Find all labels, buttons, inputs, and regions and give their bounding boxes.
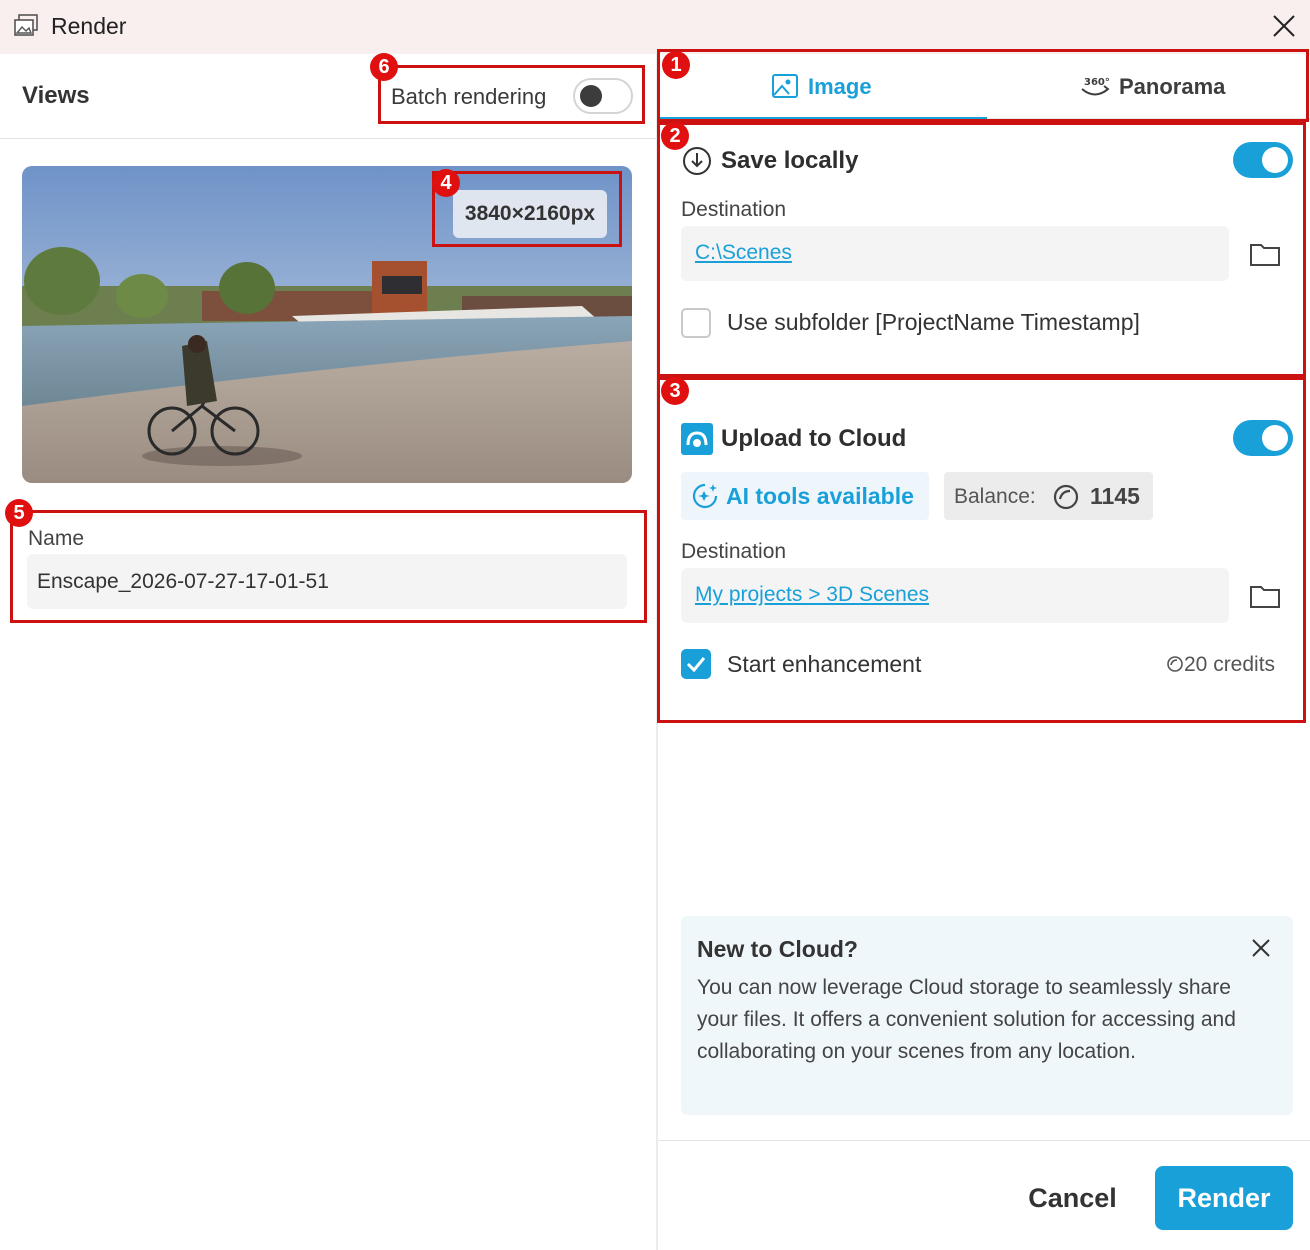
render-button[interactable]: Render (1155, 1166, 1293, 1230)
title-bar: Render (0, 0, 1310, 54)
info-title: New to Cloud? (697, 936, 858, 962)
annotation-marker-6: 6 (370, 53, 398, 81)
annotation-box-4 (432, 171, 622, 247)
annotation-marker-1: 1 (662, 51, 690, 79)
annotation-box-2 (657, 122, 1306, 377)
footer-divider (658, 1140, 1310, 1141)
render-app-icon (14, 14, 38, 36)
new-to-cloud-info: New to Cloud? You can now leverage Cloud… (681, 916, 1293, 1115)
annotation-box-5 (10, 510, 647, 623)
annotation-marker-4: 4 (432, 169, 460, 197)
info-text: You can now leverage Cloud storage to se… (697, 976, 1236, 1063)
annotation-box-3 (657, 377, 1306, 723)
annotation-marker-3: 3 (661, 377, 689, 405)
annotation-box-6 (378, 65, 645, 124)
annotation-marker-2: 2 (661, 122, 689, 150)
close-info-icon[interactable] (1249, 936, 1273, 960)
annotation-box-1 (657, 49, 1309, 122)
window-title: Render (51, 13, 127, 39)
annotation-marker-5: 5 (5, 499, 33, 527)
cancel-button[interactable]: Cancel (1010, 1167, 1135, 1230)
views-title: Views (22, 82, 90, 109)
close-window-icon[interactable] (1270, 12, 1298, 40)
